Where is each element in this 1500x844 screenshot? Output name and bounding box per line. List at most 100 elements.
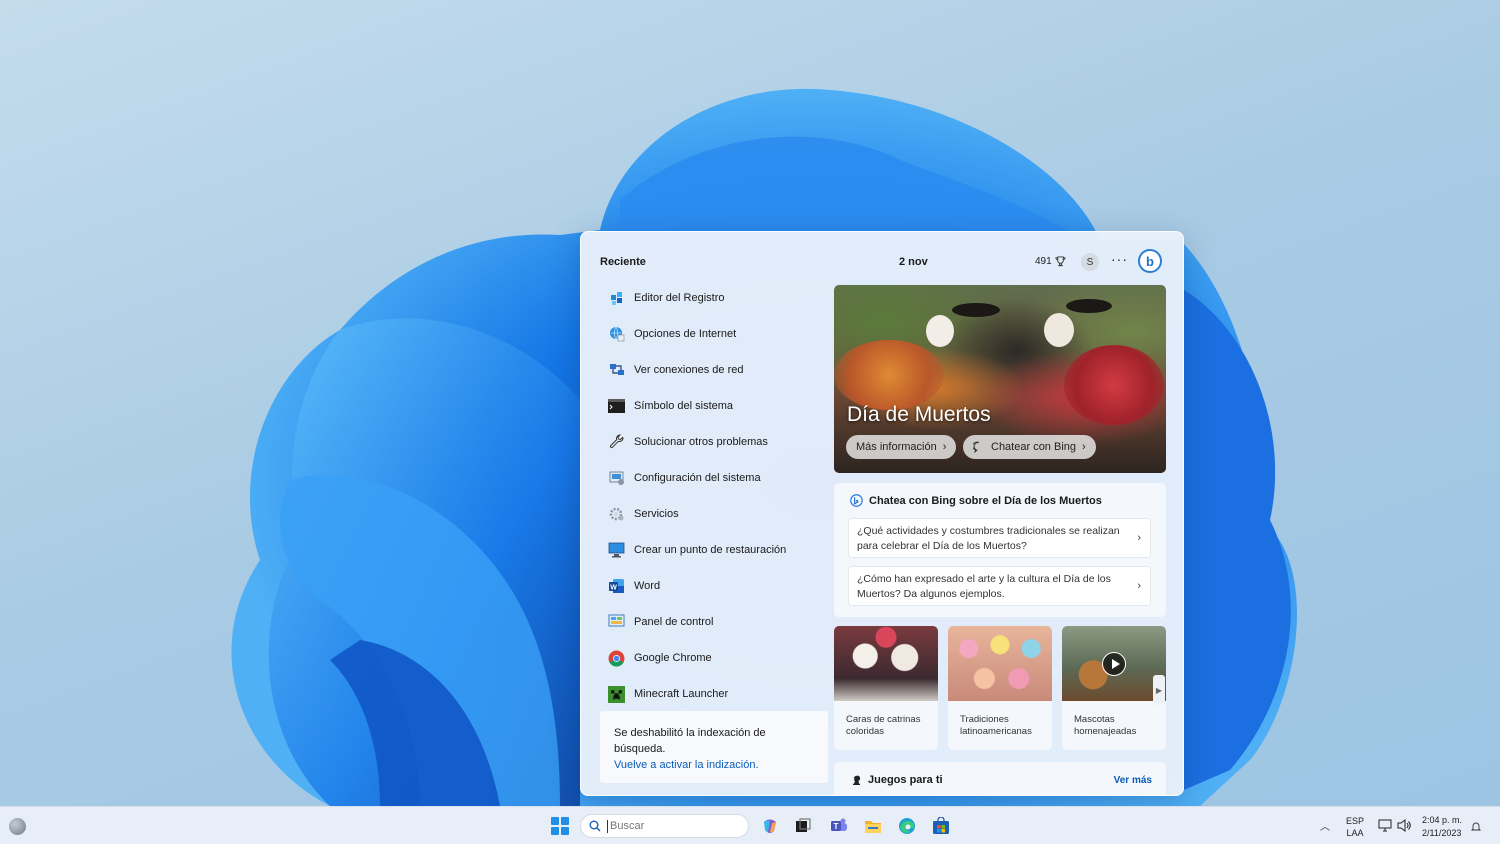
copilot-icon[interactable] xyxy=(760,816,780,836)
language-code: ESP xyxy=(1346,816,1365,826)
chat-question-1[interactable]: ¿Qué actividades y costumbres tradiciona… xyxy=(848,518,1151,558)
tile-caption: Caras de catrinas coloridas xyxy=(846,714,921,737)
hero-photo-sombrero xyxy=(1066,299,1112,313)
volume-icon[interactable] xyxy=(1397,819,1411,832)
games-title: Juegos para ti xyxy=(850,774,943,786)
recent-item-restore-point[interactable]: Crear un punto de restauración xyxy=(601,532,831,568)
tile-pets[interactable]: Mascotas homenajeadas xyxy=(1062,626,1166,750)
file-explorer-icon[interactable] xyxy=(863,816,883,836)
recent-item-label: Google Chrome xyxy=(634,652,712,664)
store-icon[interactable] xyxy=(931,816,951,836)
chevron-right-icon: › xyxy=(1137,580,1141,592)
internet-options-icon xyxy=(608,326,625,343)
tile-catrinas[interactable]: Caras de catrinas coloridas xyxy=(834,626,938,750)
wrench-icon xyxy=(608,434,625,451)
chess-piece-icon xyxy=(853,775,860,785)
chat-question-2[interactable]: ¿Cómo han expresado el arte y la cultura… xyxy=(848,566,1151,606)
recent-item-label: Símbolo del sistema xyxy=(634,400,734,412)
recent-item-label: Editor del Registro xyxy=(634,292,725,304)
tile-caption: Mascotas homenajeadas xyxy=(1074,714,1137,737)
more-options-icon[interactable]: ··· xyxy=(1111,251,1128,267)
tile-thumbnail xyxy=(834,626,938,701)
play-video-icon[interactable] xyxy=(1102,652,1126,676)
recent-item-word[interactable]: W Word xyxy=(601,568,831,604)
recent-heading: Reciente xyxy=(600,256,646,268)
chevron-right-icon: › xyxy=(1082,441,1086,453)
chrome-icon xyxy=(608,650,625,667)
taskbar: T ︿ ESP LAA 2:04 p. m. 2/11/2023 xyxy=(0,806,1500,844)
recent-item-internet-options[interactable]: Opciones de Internet xyxy=(601,316,831,352)
reenable-indexing-link[interactable]: Vuelve a activar la indización. xyxy=(614,759,814,771)
tile-caption: Tradiciones latinoamericanas xyxy=(960,714,1032,737)
hero-photo-figure xyxy=(1044,313,1074,347)
restore-point-icon xyxy=(608,542,625,559)
games-section: Juegos para ti Ver más xyxy=(834,762,1166,795)
language-indicator[interactable]: ESP LAA xyxy=(1346,815,1364,839)
recent-item-troubleshoot[interactable]: Solucionar otros problemas xyxy=(601,424,831,460)
hero-photo-sombrero xyxy=(952,303,1000,317)
recent-item-google-chrome[interactable]: Google Chrome xyxy=(601,640,831,676)
see-more-link[interactable]: Ver más xyxy=(1114,775,1152,786)
recent-item-minecraft-launcher[interactable]: Minecraft Launcher xyxy=(601,676,831,712)
network-icon[interactable] xyxy=(1378,819,1392,832)
bing-chat-title-text: Chatea con Bing sobre el Día de los Muer… xyxy=(869,494,1102,507)
bing-chat-icon[interactable]: b xyxy=(1138,249,1162,273)
more-info-button[interactable]: Más información › xyxy=(846,435,957,459)
chat-question-text: ¿Qué actividades y costumbres tradiciona… xyxy=(857,525,1120,552)
chat-with-bing-label: Chatear con Bing xyxy=(991,441,1076,453)
hero-photo-dress xyxy=(834,340,944,410)
search-icon xyxy=(589,820,601,832)
games-title-text: Juegos para ti xyxy=(868,774,943,786)
hero-photo-dress xyxy=(1064,345,1164,425)
recent-item-label: Configuración del sistema xyxy=(634,472,761,484)
recent-item-registry-editor[interactable]: Editor del Registro xyxy=(601,280,831,316)
tiles-next-arrow-icon[interactable]: ▶ xyxy=(1153,675,1165,705)
recent-item-label: Ver conexiones de red xyxy=(634,364,744,376)
recent-item-control-panel[interactable]: Panel de control xyxy=(601,604,831,640)
svg-text:T: T xyxy=(834,822,839,831)
chat-question-text: ¿Cómo han expresado el arte y la cultura… xyxy=(857,573,1111,600)
avatar[interactable]: S xyxy=(1081,253,1099,271)
recent-item-label: Opciones de Internet xyxy=(634,328,737,340)
chat-with-bing-button[interactable]: Chatear con Bing › xyxy=(963,435,1096,459)
notification-bell-icon[interactable] xyxy=(1471,822,1481,832)
recent-item-label: Crear un punto de restauración xyxy=(634,544,787,556)
recent-item-network-connections[interactable]: Ver conexiones de red xyxy=(601,352,831,388)
taskbar-search-box[interactable] xyxy=(580,814,749,838)
recent-item-label: Minecraft Launcher xyxy=(634,688,729,700)
rewards-points[interactable]: 491 xyxy=(1035,256,1066,267)
trophy-icon xyxy=(1055,256,1066,267)
bing-chat-card: Chatea con Bing sobre el Día de los Muer… xyxy=(834,483,1166,617)
recent-item-label: Servicios xyxy=(634,508,679,520)
keyboard-layout: LAA xyxy=(1346,828,1364,838)
task-view-icon[interactable] xyxy=(793,816,813,836)
services-gear-icon xyxy=(608,506,625,523)
start-logo-tile xyxy=(561,827,569,835)
start-button[interactable] xyxy=(551,817,569,835)
recent-item-system-configuration[interactable]: Configuración del sistema xyxy=(601,460,831,496)
svg-text:W: W xyxy=(610,584,617,591)
recent-item-label: Panel de control xyxy=(634,616,714,628)
search-panel: Reciente 2 nov 491 S ··· b Editor del Re… xyxy=(580,231,1184,796)
teams-icon[interactable]: T xyxy=(829,816,849,836)
control-panel-icon xyxy=(608,614,625,631)
indexing-notice: Se deshabilitó la indexación de búsqueda… xyxy=(600,711,828,783)
edge-icon[interactable] xyxy=(897,816,917,836)
more-info-label: Más información xyxy=(856,441,937,453)
recent-item-label: Solucionar otros problemas xyxy=(634,436,768,448)
tile-traditions[interactable]: Tradiciones latinoamericanas xyxy=(948,626,1052,750)
tile-thumbnail xyxy=(948,626,1052,701)
recent-list: Editor del Registro Opciones de Internet… xyxy=(601,280,831,712)
chat-bubble-icon xyxy=(973,441,980,453)
tile-thumbnail xyxy=(1062,626,1166,701)
hero-card[interactable]: Día de Muertos Más información › Chatear… xyxy=(834,285,1166,473)
chevron-up-icon[interactable]: ︿ xyxy=(1320,818,1330,833)
taskbar-search-input[interactable] xyxy=(607,819,737,833)
recent-item-services[interactable]: Servicios xyxy=(601,496,831,532)
recent-item-command-prompt[interactable]: Símbolo del sistema xyxy=(601,388,831,424)
word-icon: W xyxy=(608,578,625,595)
start-logo-tile xyxy=(551,827,559,835)
clock[interactable]: 2:04 p. m. 2/11/2023 xyxy=(1422,814,1462,840)
widgets-weather-icon[interactable] xyxy=(9,818,26,835)
hero-title: Día de Muertos xyxy=(847,403,991,426)
